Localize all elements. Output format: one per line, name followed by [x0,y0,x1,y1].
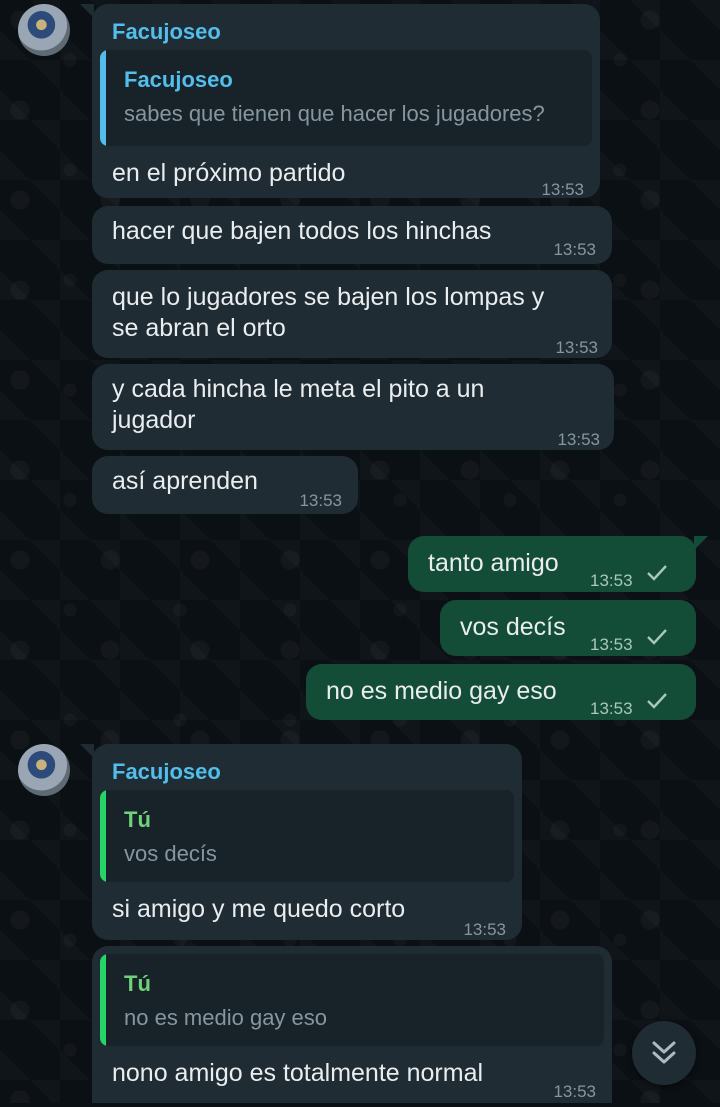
quote-text: vos decís [124,841,217,866]
avatar[interactable] [18,744,70,796]
quote-bar [100,50,106,146]
message-text-line: se abran el orto [112,314,286,342]
message-bubble[interactable]: así aprenden 13:53 [92,456,358,514]
message-text: vos decís [460,613,566,641]
quote-bar [100,954,106,1046]
quoted-message[interactable]: Tú no es medio gay eso [100,954,604,1046]
scroll-to-bottom-button[interactable] [632,1021,696,1085]
message-text: en el próximo partido [112,159,346,187]
message-time: 13:53 [541,180,584,199]
quote-author: Tú [124,807,151,832]
outgoing-message-bubble[interactable]: tanto amigo 13:53 [408,536,708,592]
message-bubble[interactable]: hacer que bajen todos los hinchas 13:53 [92,206,612,264]
message-time: 13:53 [553,240,596,259]
message-text: así aprenden [112,467,258,495]
message-time: 13:53 [555,338,598,357]
message-text-line: jugador [112,406,196,434]
message-text-line: que lo jugadores se bajen los lompas y [112,283,545,311]
message-time: 13:53 [299,491,342,510]
message-time: 13:53 [590,699,633,718]
single-check-icon [647,693,667,709]
message-time: 13:53 [590,571,633,590]
outgoing-message-bubble[interactable]: no es medio gay eso 13:53 [306,664,696,720]
quote-author: Facujoseo [124,67,233,92]
quote-bar [100,790,106,882]
message-time: 13:53 [590,635,633,654]
sender-name: Facujoseo [112,759,221,784]
double-chevron-down-icon [652,1041,676,1064]
single-check-icon [647,565,667,581]
message-time: 13:53 [553,1082,596,1101]
quoted-message[interactable]: Tú vos decís [100,790,514,882]
message-text-line: y cada hincha le meta el pito a un [112,375,485,403]
message-time: 13:53 [557,430,600,449]
message-text: nono amigo es totalmente normal [112,1059,484,1087]
message-bubble[interactable]: Facujoseo Facujoseo sabes que tienen que… [80,4,600,199]
message-bubble[interactable]: que lo jugadores se bajen los lompas y s… [92,270,612,358]
message-time: 13:53 [463,920,506,939]
quote-text: sabes que tienen que hacer los jugadores… [124,101,545,126]
quoted-message[interactable]: Facujoseo sabes que tienen que hacer los… [100,50,592,146]
message-text: tanto amigo [428,549,559,577]
reply-message-bubble[interactable]: Tú no es medio gay eso nono amigo es tot… [92,946,612,1103]
message-text: si amigo y me quedo corto [112,895,406,923]
sender-name: Facujoseo [112,19,221,44]
outgoing-message-bubble[interactable]: vos decís 13:53 [440,600,696,656]
message-text: hacer que bajen todos los hinchas [112,217,492,245]
reply-message-bubble[interactable]: Facujoseo Tú vos decís si amigo y me que… [80,744,522,940]
avatar[interactable] [18,4,70,56]
message-text: no es medio gay eso [326,677,557,705]
quote-text: no es medio gay eso [124,1005,328,1030]
quote-author: Tú [124,971,151,996]
message-bubble[interactable]: y cada hincha le meta el pito a un jugad… [92,364,614,450]
single-check-icon [647,629,667,645]
